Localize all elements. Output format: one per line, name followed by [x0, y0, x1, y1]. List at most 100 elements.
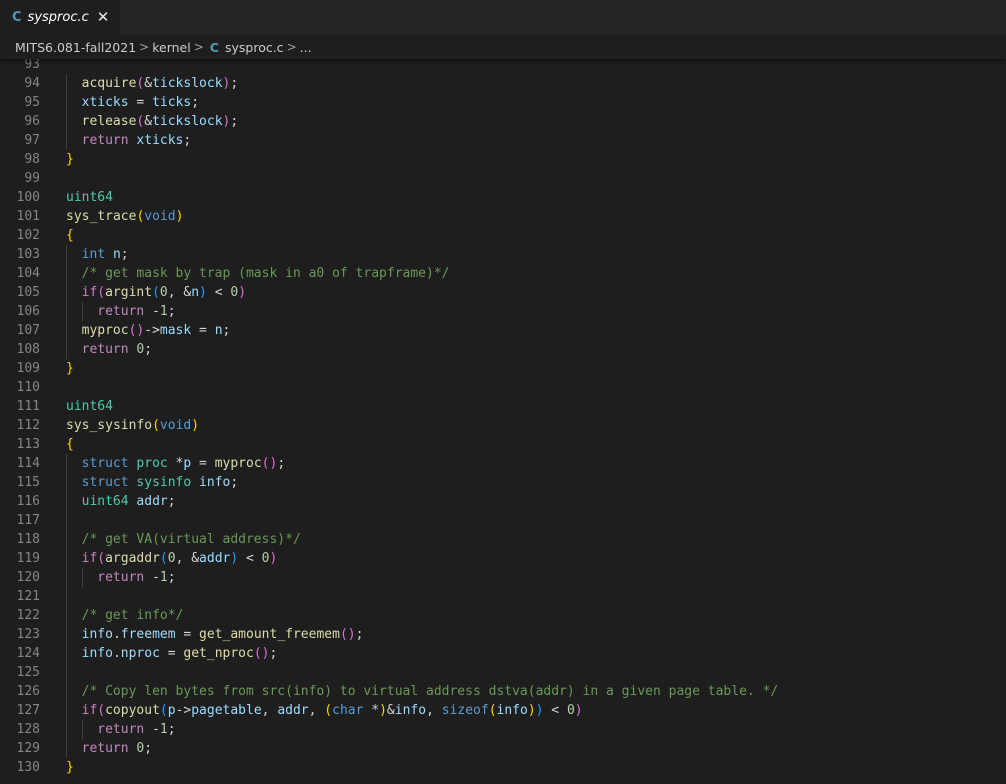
code-line[interactable]: 105 if(argint(0, &n) < 0)	[0, 283, 1006, 302]
code-token: 0	[159, 285, 168, 300]
code-line[interactable]: 106 return -1;	[0, 302, 1006, 321]
code-line[interactable]: 113 {	[0, 435, 1006, 454]
close-icon[interactable]: ✕	[96, 9, 110, 25]
code-line[interactable]: 96 release(&tickslock);	[0, 112, 1006, 131]
code-line[interactable]: 110	[0, 378, 1006, 397]
indent-guide	[66, 644, 67, 663]
code-line[interactable]: 123 info.freemem = get_amount_freemem();	[0, 625, 1006, 644]
code-line[interactable]: 118 /* get VA(virtual address)*/	[0, 530, 1006, 549]
code-token: if	[81, 551, 98, 566]
code-line[interactable]: 102 {	[0, 226, 1006, 245]
line-number: 122	[16, 608, 40, 623]
line-number: 120	[16, 570, 40, 585]
line-number: 117	[16, 513, 40, 528]
code-token: )	[269, 551, 278, 566]
code-line[interactable]: 127 if(copyout(p->pagetable, addr, (char …	[0, 701, 1006, 720]
code-token: (	[97, 285, 106, 300]
code-line[interactable]: 129 return 0;	[0, 739, 1006, 758]
code-token: /* get VA(virtual address)*/	[81, 532, 301, 547]
code-line[interactable]: 124 info.nproc = get_nproc();	[0, 644, 1006, 663]
code-token: 0	[167, 551, 176, 566]
code-token: argaddr	[105, 551, 160, 566]
code-token: acquire	[81, 76, 137, 91]
code-token: /* Copy len bytes from src(info) to virt…	[81, 684, 779, 699]
code-text: info.nproc = get_nproc();	[82, 644, 278, 663]
code-line[interactable]: 111 uint64	[0, 397, 1006, 416]
code-text: if(argint(0, &n) < 0)	[82, 283, 246, 302]
code-token: &	[386, 703, 395, 718]
tab-sysproc[interactable]: C sysproc.c ✕	[0, 0, 120, 35]
code-line[interactable]: 117	[0, 511, 1006, 530]
code-line[interactable]: 125	[0, 663, 1006, 682]
code-token: -	[144, 570, 160, 585]
code-line[interactable]: 114 struct proc *p = myproc();	[0, 454, 1006, 473]
code-line[interactable]: 107 myproc()->mask = n;	[0, 321, 1006, 340]
indent-guide	[66, 264, 67, 283]
code-token: n	[214, 323, 223, 338]
code-text: /* get VA(virtual address)*/	[82, 530, 301, 549]
line-number: 114	[16, 456, 40, 471]
code-line[interactable]: 95 xticks = ticks;	[0, 93, 1006, 112]
breadcrumb-item-folder[interactable]: MITS6.081-fall2021	[15, 40, 136, 55]
breadcrumb-item-kernel[interactable]: kernel	[152, 40, 191, 55]
code-token: {	[66, 228, 74, 243]
code-line[interactable]: 112 sys_sysinfo(void)	[0, 416, 1006, 435]
code-token: xticks	[81, 95, 129, 110]
c-file-icon: C	[209, 39, 219, 55]
code-line[interactable]: 120 return -1;	[0, 568, 1006, 587]
code-line[interactable]: 121	[0, 587, 1006, 606]
code-line[interactable]: 98}	[0, 150, 1006, 169]
breadcrumb-item-symbol[interactable]: ...	[300, 40, 312, 55]
indent-guide	[66, 587, 67, 606]
line-number: 126	[16, 684, 40, 699]
line-number: 108	[16, 342, 40, 357]
code-token: xticks	[136, 133, 184, 148]
code-line[interactable]: 99	[0, 169, 1006, 188]
code-token: =	[159, 646, 184, 661]
code-line[interactable]: 109}	[0, 359, 1006, 378]
code-line[interactable]: 115 struct sysinfo info;	[0, 473, 1006, 492]
code-token: sizeof	[441, 703, 489, 718]
code-token: copyout	[105, 703, 160, 718]
code-line[interactable]: 94 acquire(&tickslock);	[0, 74, 1006, 93]
line-number: 123	[16, 627, 40, 642]
code-token: ;	[191, 95, 200, 110]
code-text: uint64 addr;	[82, 492, 176, 511]
code-text: return xticks;	[82, 131, 192, 150]
breadcrumb-item-file[interactable]: sysproc.c	[225, 40, 284, 55]
code-token: mask	[159, 323, 192, 338]
indent-guide	[66, 625, 67, 644]
line-number: 128	[16, 722, 40, 737]
code-token: n	[191, 285, 200, 300]
line-number: 107	[16, 323, 40, 338]
code-line[interactable]: 103 int n;	[0, 245, 1006, 264]
code-editor[interactable]: 93 94 acquire(&tickslock); 95 xticks = ticks…	[0, 55, 1006, 784]
indent-guide	[81, 568, 83, 587]
indent-guide	[66, 530, 67, 549]
code-token: myproc	[81, 323, 129, 338]
code-token: )	[574, 703, 583, 718]
code-line[interactable]: 116 uint64 addr;	[0, 492, 1006, 511]
code-token: return	[97, 722, 145, 737]
code-token: ,	[261, 703, 278, 718]
code-token: return	[81, 342, 129, 357]
code-line[interactable]: 119 if(argaddr(0, &addr) < 0)	[0, 549, 1006, 568]
code-line[interactable]: 104 /* get mask by trap (mask in a0 of tr…	[0, 264, 1006, 283]
code-token: ;	[269, 646, 278, 661]
code-token: )	[238, 285, 247, 300]
code-line[interactable]: 97 return xticks;	[0, 131, 1006, 150]
code-line[interactable]: 128 return -1;	[0, 720, 1006, 739]
code-line[interactable]: 108 return 0;	[0, 340, 1006, 359]
code-line[interactable]: 101 sys_trace(void)	[0, 207, 1006, 226]
code-token: 1	[159, 304, 168, 319]
code-text: }	[66, 359, 74, 378]
code-line[interactable]: 126 /* Copy len bytes from src(info) to v…	[0, 682, 1006, 701]
code-line[interactable]: 130}	[0, 758, 1006, 777]
code-token: ;	[167, 304, 176, 319]
code-token: .	[112, 627, 121, 642]
code-token: argint	[105, 285, 153, 300]
code-line[interactable]: 100 uint64	[0, 188, 1006, 207]
code-line[interactable]: 122 /* get info*/	[0, 606, 1006, 625]
code-token: *	[167, 456, 184, 471]
